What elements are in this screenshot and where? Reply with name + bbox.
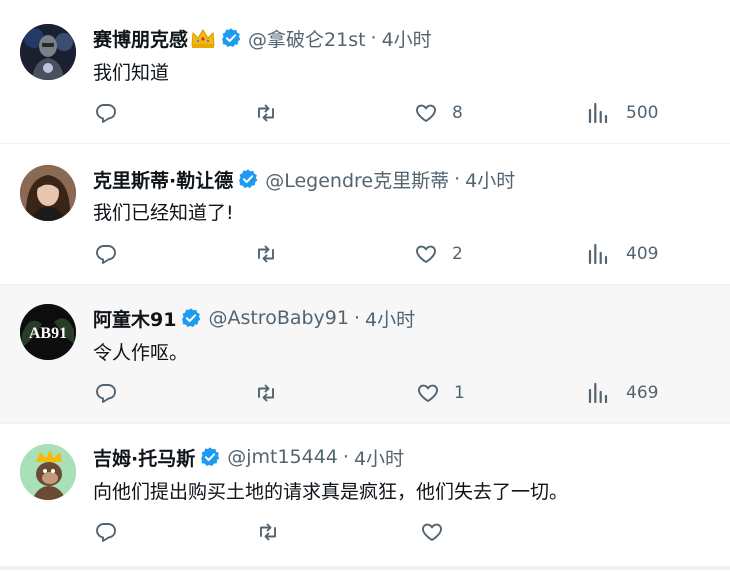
user-handle[interactable]: @jmt15444: [227, 446, 338, 468]
verified-badge-icon: [220, 27, 242, 49]
views-button[interactable]: 469: [586, 381, 658, 405]
views-button[interactable]: 409: [586, 242, 658, 266]
like-button[interactable]: 2: [414, 242, 463, 266]
crown-emoji-icon: [190, 27, 216, 49]
tweet-3[interactable]: AB91 阿童木91 @AstroBaby91 · 4小时 令人作呕。 1 46…: [0, 285, 730, 424]
reply-feed: 赛博朋克感 @拿破仑21st · 4小时 我们知道 8 500 克里斯蒂·勒让德…: [0, 0, 730, 572]
view-count: 469: [626, 383, 659, 403]
retweet-button[interactable]: [254, 101, 278, 125]
retweet-icon: [260, 523, 276, 541]
verified-badge-icon: [180, 307, 202, 329]
like-count: 1: [454, 383, 465, 403]
verified-badge-icon: [199, 446, 221, 468]
view-count: 409: [626, 244, 659, 264]
retweet-button[interactable]: [254, 242, 278, 266]
views-bar-chart-icon: [588, 382, 608, 404]
display-name[interactable]: 赛博朋克感: [93, 25, 188, 52]
woman-portrait-avatar-image: [20, 165, 76, 221]
tweet-header: 克里斯蒂·勒让德 @Legendre克里斯蒂 · 4小时: [93, 166, 515, 192]
avatar[interactable]: [20, 165, 76, 221]
retweet-button[interactable]: [256, 520, 280, 544]
reply-icon: [96, 245, 116, 264]
verified-badge-icon: [237, 168, 259, 190]
tweet-4[interactable]: 吉姆·托马斯 @jmt15444 · 4小时 向他们提出购买土地的请求真是疯狂，…: [0, 424, 730, 564]
heart-icon: [416, 245, 436, 263]
views-bar-chart-icon: [588, 102, 608, 124]
user-handle[interactable]: @拿破仑21st: [248, 25, 366, 52]
reply-icon: [96, 384, 116, 403]
avatar[interactable]: AB91: [20, 304, 76, 360]
heart-icon: [422, 523, 442, 541]
retweet-button[interactable]: [254, 381, 278, 405]
display-name[interactable]: 克里斯蒂·勒让德: [93, 166, 233, 193]
tweet-header: 阿童木91 @AstroBaby91 · 4小时: [93, 305, 415, 331]
timestamp[interactable]: 4小时: [365, 305, 415, 332]
avatar[interactable]: [20, 24, 76, 80]
ape-nft-avatar-image: [20, 444, 76, 500]
tweet-header: 赛博朋克感 @拿破仑21st · 4小时: [93, 25, 432, 51]
view-count: 500: [626, 103, 659, 123]
tweet-text: 令人作呕。: [93, 342, 189, 364]
user-handle[interactable]: @Legendre克里斯蒂: [265, 166, 449, 193]
tweet-text: 我们已经知道了!: [93, 202, 234, 224]
reply-button[interactable]: [94, 101, 118, 125]
user-handle[interactable]: @AstroBaby91: [208, 307, 349, 329]
separator-dot: ·: [342, 446, 349, 468]
like-button[interactable]: [420, 520, 444, 544]
like-button[interactable]: 8: [414, 101, 463, 125]
views-button[interactable]: 500: [586, 101, 658, 125]
display-name[interactable]: 阿童木91: [93, 305, 176, 332]
retweet-icon: [258, 245, 274, 263]
tweet-text: 我们知道: [93, 62, 170, 84]
tweet-1[interactable]: 赛博朋克感 @拿破仑21st · 4小时 我们知道 8 500: [0, 0, 730, 144]
cyberpunk-figure-avatar-image: [20, 24, 76, 80]
reply-button[interactable]: [94, 381, 118, 405]
ab91-logo-avatar-image: AB91: [20, 304, 76, 360]
avatar[interactable]: [20, 444, 76, 500]
separator-dot: ·: [370, 27, 377, 49]
like-count: 2: [452, 244, 463, 264]
tweet-header: 吉姆·托马斯 @jmt15444 · 4小时: [93, 444, 404, 470]
reply-button[interactable]: [94, 520, 118, 544]
timestamp[interactable]: 4小时: [382, 25, 432, 52]
timestamp[interactable]: 4小时: [465, 166, 515, 193]
display-name[interactable]: 吉姆·托马斯: [93, 444, 195, 471]
separator-dot: ·: [454, 168, 461, 190]
separator-dot: ·: [353, 307, 361, 329]
tweet-2[interactable]: 克里斯蒂·勒让德 @Legendre克里斯蒂 · 4小时 我们已经知道了! 2 …: [0, 144, 730, 285]
timestamp[interactable]: 4小时: [354, 444, 404, 471]
heart-icon: [418, 384, 438, 402]
bottom-divider: [0, 566, 730, 570]
reply-button[interactable]: [94, 242, 118, 266]
retweet-icon: [258, 384, 274, 402]
reply-icon: [96, 104, 116, 123]
heart-icon: [416, 104, 436, 122]
tweet-text: 向他们提出购买土地的请求真是疯狂，他们失去了一切。: [93, 481, 569, 503]
like-count: 8: [452, 103, 463, 123]
retweet-icon: [258, 104, 274, 122]
reply-icon: [96, 523, 116, 542]
like-button[interactable]: 1: [416, 381, 465, 405]
ab91-logo-text: AB91: [29, 325, 67, 342]
views-bar-chart-icon: [588, 243, 608, 265]
